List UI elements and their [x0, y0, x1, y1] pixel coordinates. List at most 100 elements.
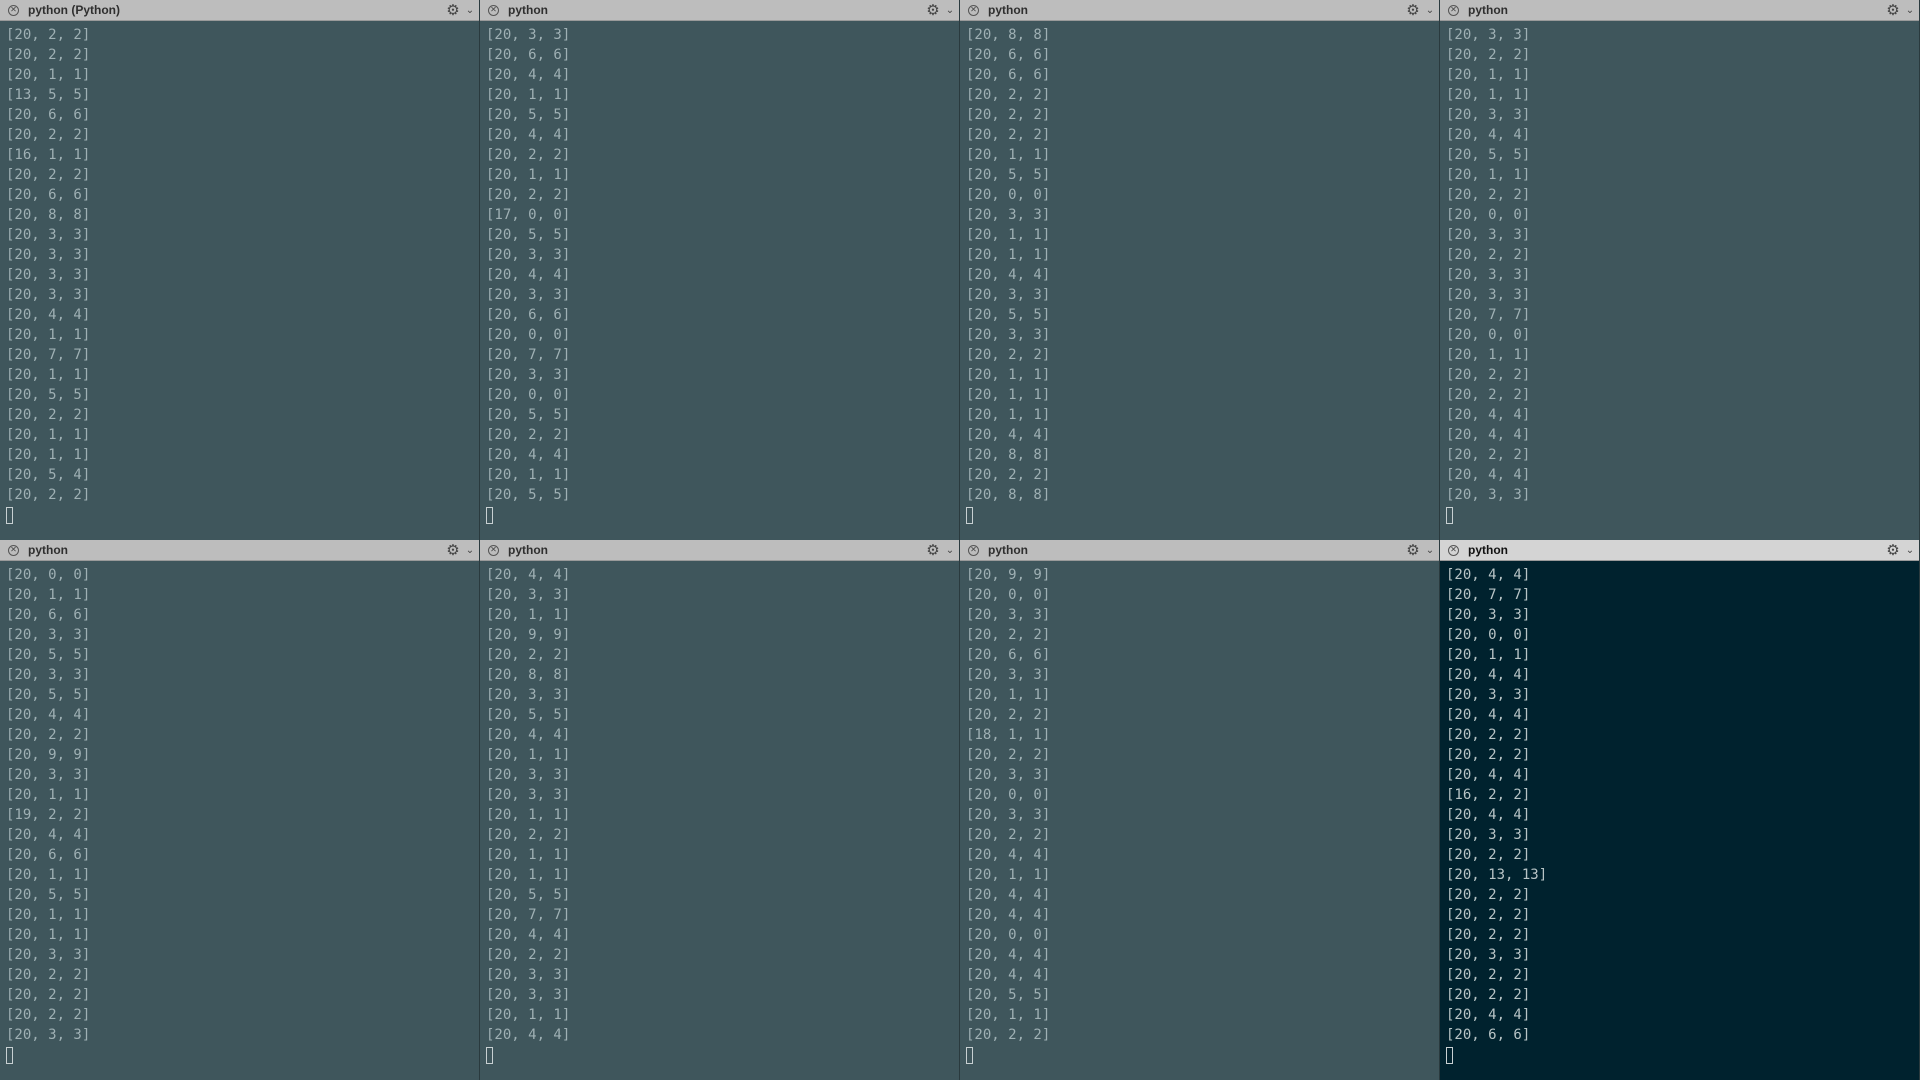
- output-line: [20, 4, 4]: [486, 447, 571, 463]
- prompt-line[interactable]: [486, 505, 959, 525]
- chevron-down-icon[interactable]: ⌄: [1901, 5, 1919, 16]
- terminal-output[interactable]: [20, 3, 3] [20, 2, 2] [20, 1, 1] [20, 1, 1]…: [1440, 21, 1919, 525]
- chevron-down-icon[interactable]: ⌄: [1421, 5, 1439, 16]
- pane-titlebar[interactable]: ✕ python ⚙ ⌄: [480, 0, 959, 21]
- output-line: [20, 1, 1]: [966, 387, 1051, 403]
- output-line: [20, 1, 1]: [966, 247, 1051, 263]
- output-line: [20, 2, 2]: [1446, 727, 1531, 743]
- terminal-output[interactable]: [20, 0, 0] [20, 1, 1] [20, 6, 6] [20, 3, 3]…: [0, 561, 479, 1065]
- output-line: [20, 3, 3]: [486, 767, 571, 783]
- chevron-down-icon[interactable]: ⌄: [1421, 545, 1439, 556]
- gear-icon[interactable]: ⚙: [925, 543, 941, 558]
- terminal-output[interactable]: [20, 2, 2] [20, 2, 2] [20, 1, 1] [13, 5, 5]…: [0, 21, 479, 525]
- output-line: [20, 3, 3]: [6, 227, 91, 243]
- output-line: [20, 3, 3]: [966, 327, 1051, 343]
- output-line: [20, 8, 8]: [6, 207, 91, 223]
- close-icon[interactable]: ✕: [8, 544, 19, 556]
- close-icon[interactable]: ✕: [488, 544, 499, 556]
- terminal-pane[interactable]: ✕ python ⚙ ⌄ [20, 3, 3] [20, 2, 2] [20, 1, 1][…: [1440, 0, 1920, 540]
- chevron-down-icon[interactable]: ⌄: [461, 545, 479, 556]
- gear-icon[interactable]: ⚙: [445, 3, 461, 18]
- pane-titlebar[interactable]: ✕ python ⚙ ⌄: [0, 540, 479, 561]
- output-line: [20, 1, 1]: [6, 447, 91, 463]
- close-icon[interactable]: ✕: [8, 4, 19, 16]
- pane-titlebar[interactable]: ✕ python (Python) ⚙ ⌄: [0, 0, 479, 21]
- chevron-down-icon[interactable]: ⌄: [461, 5, 479, 16]
- output-line: [20, 4, 4]: [6, 707, 91, 723]
- output-line: [20, 5, 5]: [1446, 147, 1531, 163]
- prompt-line[interactable]: [6, 1045, 479, 1065]
- terminal-output[interactable]: [20, 4, 4] [20, 7, 7] [20, 3, 3] [20, 0, 0]…: [1440, 561, 1919, 1065]
- prompt-line[interactable]: [966, 505, 1439, 525]
- terminal-pane[interactable]: ✕ python ⚙ ⌄ [20, 8, 8] [20, 6, 6] [20, 6, 6][…: [960, 0, 1440, 540]
- chevron-down-icon[interactable]: ⌄: [941, 545, 959, 556]
- terminal-pane[interactable]: ✕ python (Python) ⚙ ⌄ [20, 2, 2] [20, 2, 2] [2…: [0, 0, 480, 540]
- gear-icon[interactable]: ⚙: [925, 3, 941, 18]
- output-line: [20, 6, 6]: [6, 187, 91, 203]
- close-icon[interactable]: ✕: [968, 4, 979, 16]
- output-line: [20, 1, 1]: [966, 147, 1051, 163]
- gear-icon[interactable]: ⚙: [1885, 3, 1901, 18]
- output-line: [20, 2, 2]: [6, 27, 91, 43]
- output-line: [18, 1, 1]: [966, 727, 1051, 743]
- output-line: [20, 4, 4]: [1446, 427, 1531, 443]
- close-icon[interactable]: ✕: [1448, 4, 1459, 16]
- output-line: [20, 0, 0]: [966, 187, 1051, 203]
- output-line: [20, 6, 6]: [6, 107, 91, 123]
- output-line: [20, 2, 2]: [486, 647, 571, 663]
- output-line: [20, 3, 3]: [6, 247, 91, 263]
- output-line: [20, 6, 6]: [486, 47, 571, 63]
- terminal-output[interactable]: [20, 9, 9] [20, 0, 0] [20, 3, 3] [20, 2, 2]…: [960, 561, 1439, 1065]
- output-line: [20, 1, 1]: [966, 687, 1051, 703]
- pane-titlebar[interactable]: ✕ python ⚙ ⌄: [480, 540, 959, 561]
- pane-title: python: [988, 3, 1028, 17]
- output-line: [20, 3, 3]: [966, 767, 1051, 783]
- output-line: [20, 3, 3]: [1446, 267, 1531, 283]
- terminal-pane[interactable]: ✕ python ⚙ ⌄ [20, 0, 0] [20, 1, 1] [20, 6, 6][…: [0, 540, 480, 1080]
- output-line: [20, 3, 3]: [1446, 27, 1531, 43]
- chevron-down-icon[interactable]: ⌄: [941, 5, 959, 16]
- output-line: [20, 3, 3]: [1446, 687, 1531, 703]
- pane-titlebar[interactable]: ✕ python ⚙ ⌄: [960, 0, 1439, 21]
- output-line: [20, 3, 3]: [486, 787, 571, 803]
- output-line: [20, 2, 2]: [1446, 367, 1531, 383]
- output-line: [20, 6, 6]: [966, 647, 1051, 663]
- pane-titlebar[interactable]: ✕ python ⚙ ⌄: [1440, 0, 1919, 21]
- pane-title: python: [988, 543, 1028, 557]
- prompt-line[interactable]: [486, 1045, 959, 1065]
- gear-icon[interactable]: ⚙: [1885, 543, 1901, 558]
- output-line: [20, 2, 2]: [486, 427, 571, 443]
- prompt-line[interactable]: [1446, 1045, 1919, 1065]
- terminal-output[interactable]: [20, 8, 8] [20, 6, 6] [20, 6, 6] [20, 2, 2]…: [960, 21, 1439, 525]
- output-line: [20, 6, 6]: [1446, 1027, 1531, 1043]
- terminal-pane[interactable]: ✕ python ⚙ ⌄ [20, 4, 4] [20, 3, 3] [20, 1, 1][…: [480, 540, 960, 1080]
- pane-titlebar[interactable]: ✕ python ⚙ ⌄: [1440, 540, 1919, 561]
- terminal-pane[interactable]: ✕ python ⚙ ⌄ [20, 9, 9] [20, 0, 0] [20, 3, 3][…: [960, 540, 1440, 1080]
- prompt-line[interactable]: [966, 1045, 1439, 1065]
- close-icon[interactable]: ✕: [488, 4, 499, 16]
- output-line: [20, 1, 1]: [1446, 647, 1531, 663]
- output-line: [20, 2, 2]: [1446, 187, 1531, 203]
- output-line: [20, 5, 5]: [486, 227, 571, 243]
- output-line: [20, 2, 2]: [966, 707, 1051, 723]
- gear-icon[interactable]: ⚙: [1405, 543, 1421, 558]
- output-line: [20, 1, 1]: [6, 587, 91, 603]
- terminal-pane[interactable]: ✕ python ⚙ ⌄ [20, 3, 3] [20, 6, 6] [20, 4, 4][…: [480, 0, 960, 540]
- pane-titlebar[interactable]: ✕ python ⚙ ⌄: [960, 540, 1439, 561]
- close-icon[interactable]: ✕: [968, 544, 979, 556]
- terminal-output[interactable]: [20, 3, 3] [20, 6, 6] [20, 4, 4] [20, 1, 1]…: [480, 21, 959, 525]
- terminal-output[interactable]: [20, 4, 4] [20, 3, 3] [20, 1, 1] [20, 9, 9]…: [480, 561, 959, 1065]
- prompt-line[interactable]: [6, 505, 479, 525]
- chevron-down-icon[interactable]: ⌄: [1901, 545, 1919, 556]
- output-line: [20, 1, 1]: [6, 867, 91, 883]
- output-line: [20, 7, 7]: [1446, 587, 1531, 603]
- output-line: [20, 2, 2]: [1446, 247, 1531, 263]
- output-line: [20, 5, 5]: [486, 707, 571, 723]
- terminal-pane[interactable]: ✕ python ⚙ ⌄ [20, 4, 4] [20, 7, 7] [20, 3, 3] […: [1440, 540, 1920, 1080]
- close-icon[interactable]: ✕: [1448, 544, 1459, 556]
- prompt-line[interactable]: [1446, 505, 1919, 525]
- output-line: [20, 4, 4]: [486, 67, 571, 83]
- output-line: [20, 4, 4]: [1446, 667, 1531, 683]
- gear-icon[interactable]: ⚙: [445, 543, 461, 558]
- gear-icon[interactable]: ⚙: [1405, 3, 1421, 18]
